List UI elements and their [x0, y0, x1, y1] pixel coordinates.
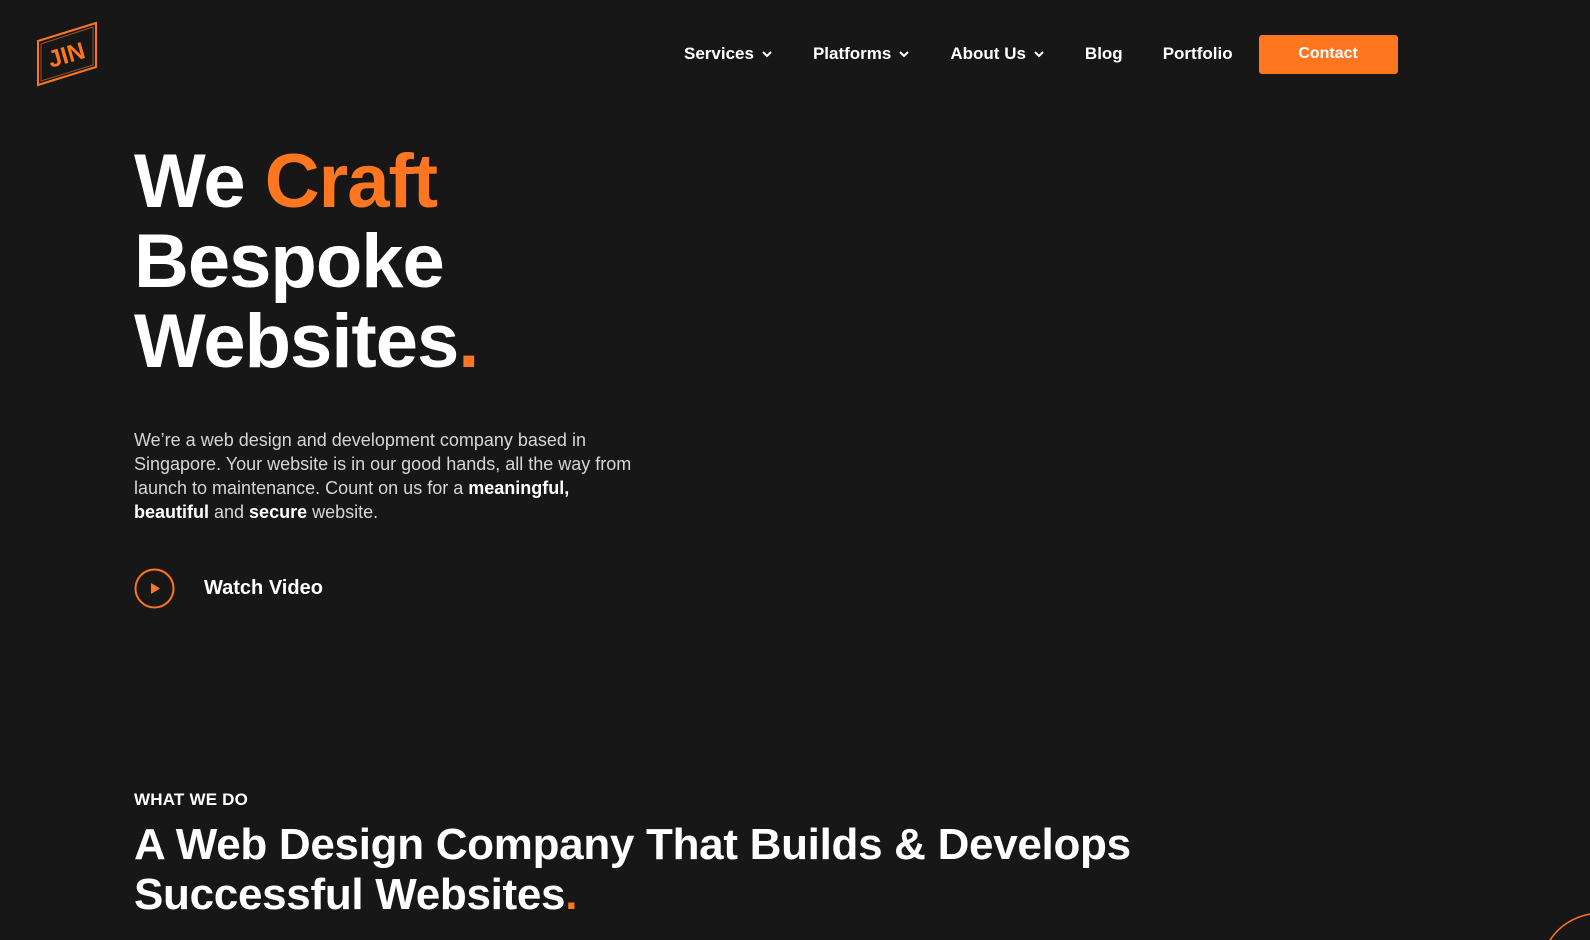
hero-title: We Craft Bespoke Websites.	[134, 142, 479, 384]
nav-platforms-label: Platforms	[812, 44, 892, 63]
brand-logo[interactable]: JIN	[32, 19, 102, 87]
main-nav: Services Platforms About Us Blog Portfol…	[684, 34, 1398, 74]
nav-portfolio[interactable]: Portfolio	[1163, 44, 1233, 64]
section-title-line1: A Web Design Company That Builds & Devel…	[134, 820, 1131, 869]
decorative-arc-icon	[1549, 913, 1590, 940]
section-title-line2: Successful Websites.	[134, 870, 1131, 920]
hero-title-craft: Craft	[264, 139, 438, 224]
page: JIN Services Platforms About Us Blog Por…	[0, 0, 1590, 940]
hero-desc-beautiful: beautiful	[134, 502, 209, 522]
nav-portfolio-label: Portfolio	[1162, 44, 1233, 63]
hero-desc-end: website.	[307, 502, 379, 522]
nav-platforms[interactable]: Platforms	[813, 44, 910, 64]
section-title-period: .	[565, 870, 578, 919]
chevron-down-icon	[1034, 51, 1044, 58]
nav-about-us[interactable]: About Us	[950, 44, 1045, 64]
watch-video-label: Watch Video	[204, 577, 323, 599]
watch-video-button[interactable]: Watch Video	[134, 568, 323, 609]
nav-blog[interactable]: Blog	[1085, 44, 1123, 64]
chevron-down-icon	[762, 51, 772, 58]
hero-desc-secure: secure	[249, 502, 308, 522]
hero-desc-and: and	[209, 502, 250, 522]
hero-title-line3: Websites.	[134, 299, 479, 384]
hero-description: We’re a web design and development compa…	[134, 428, 644, 524]
hero-title-line2: Bespoke	[134, 219, 445, 304]
hero-title-period: .	[458, 299, 479, 384]
hero-desc-meaningful: meaningful,	[468, 478, 570, 498]
play-icon	[134, 568, 175, 609]
jin-logo-icon: JIN	[37, 21, 97, 87]
hero-title-we: We	[134, 139, 265, 224]
nav-services[interactable]: Services	[684, 44, 773, 64]
hero-title-line1: We Craft	[134, 142, 478, 222]
section-title-successful: Successful Websites	[134, 870, 566, 919]
nav-about-us-label: About Us	[950, 44, 1026, 63]
contact-button[interactable]: Contact	[1258, 34, 1398, 74]
nav-blog-label: Blog	[1084, 44, 1123, 63]
hero-title-websites: Websites	[134, 299, 459, 384]
chevron-down-icon	[899, 51, 910, 58]
section-title: A Web Design Company That Builds & Devel…	[134, 820, 1131, 920]
section-eyebrow: WHAT WE DO	[134, 790, 249, 809]
nav-services-label: Services	[684, 44, 754, 63]
